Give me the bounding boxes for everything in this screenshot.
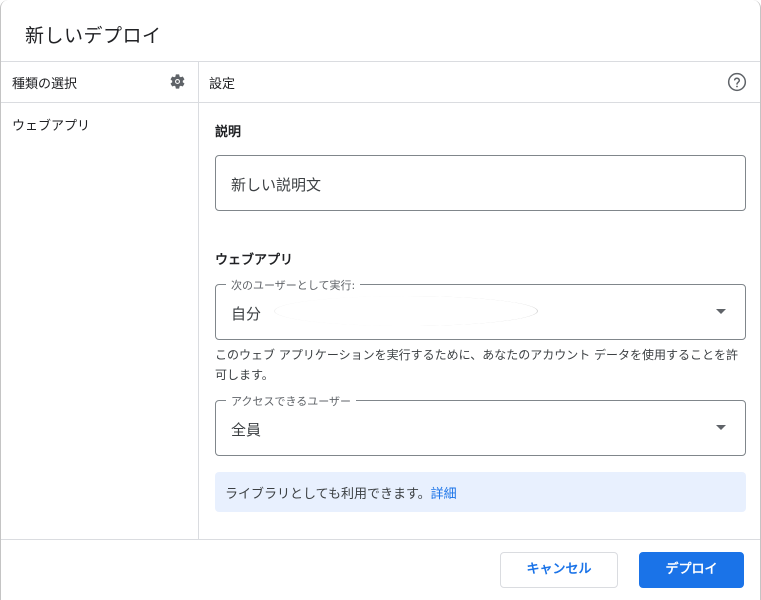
access-value: 全員 [231,421,262,439]
access-legend: アクセスできるユーザー [226,393,357,409]
new-deployment-dialog: 新しいデプロイ 種類の選択 ウェブアプリ 設定 説明 新しい説明文 ウェブアプリ… [0,0,761,600]
gear-icon[interactable] [169,73,186,90]
execute-as-select[interactable]: 次のユーザーとして実行: 自分 [215,277,746,340]
header-divider [1,61,760,62]
library-info-text: ライブラリとしても利用できます。詳細 [225,483,457,502]
execute-as-legend: 次のユーザーとして実行: [226,277,361,293]
panel-divider [198,61,199,539]
execute-as-value: 自分 [231,305,262,323]
cancel-button[interactable]: キャンセル [500,552,618,588]
library-info-message: ライブラリとしても利用できます。 [225,487,431,502]
deploy-button[interactable]: デプロイ [639,552,744,588]
dropdown-arrow-icon [716,425,726,430]
type-item-webapp[interactable]: ウェブアプリ [12,115,90,134]
panel-header-divider [1,102,760,103]
library-info-banner: ライブラリとしても利用できます。詳細 [215,472,746,512]
description-value: 新しい説明文 [231,176,322,194]
footer-divider [1,539,760,540]
access-select[interactable]: アクセスできるユーザー 全員 [215,393,746,456]
description-field[interactable]: 新しい説明文 [215,155,746,211]
execute-as-helper-text: このウェブ アプリケーションを実行するために、あなたのアカウント データを使用す… [215,348,739,382]
learn-more-link[interactable]: 詳細 [431,487,457,502]
redacted-email [274,296,538,326]
webapp-section-label: ウェブアプリ [215,253,294,268]
dropdown-arrow-icon [716,309,726,314]
settings-header: 設定 [209,77,236,92]
help-icon[interactable] [727,72,747,92]
dialog-title: 新しいデプロイ [25,25,162,47]
type-select-header: 種類の選択 [12,77,78,92]
description-label: 説明 [215,125,242,140]
